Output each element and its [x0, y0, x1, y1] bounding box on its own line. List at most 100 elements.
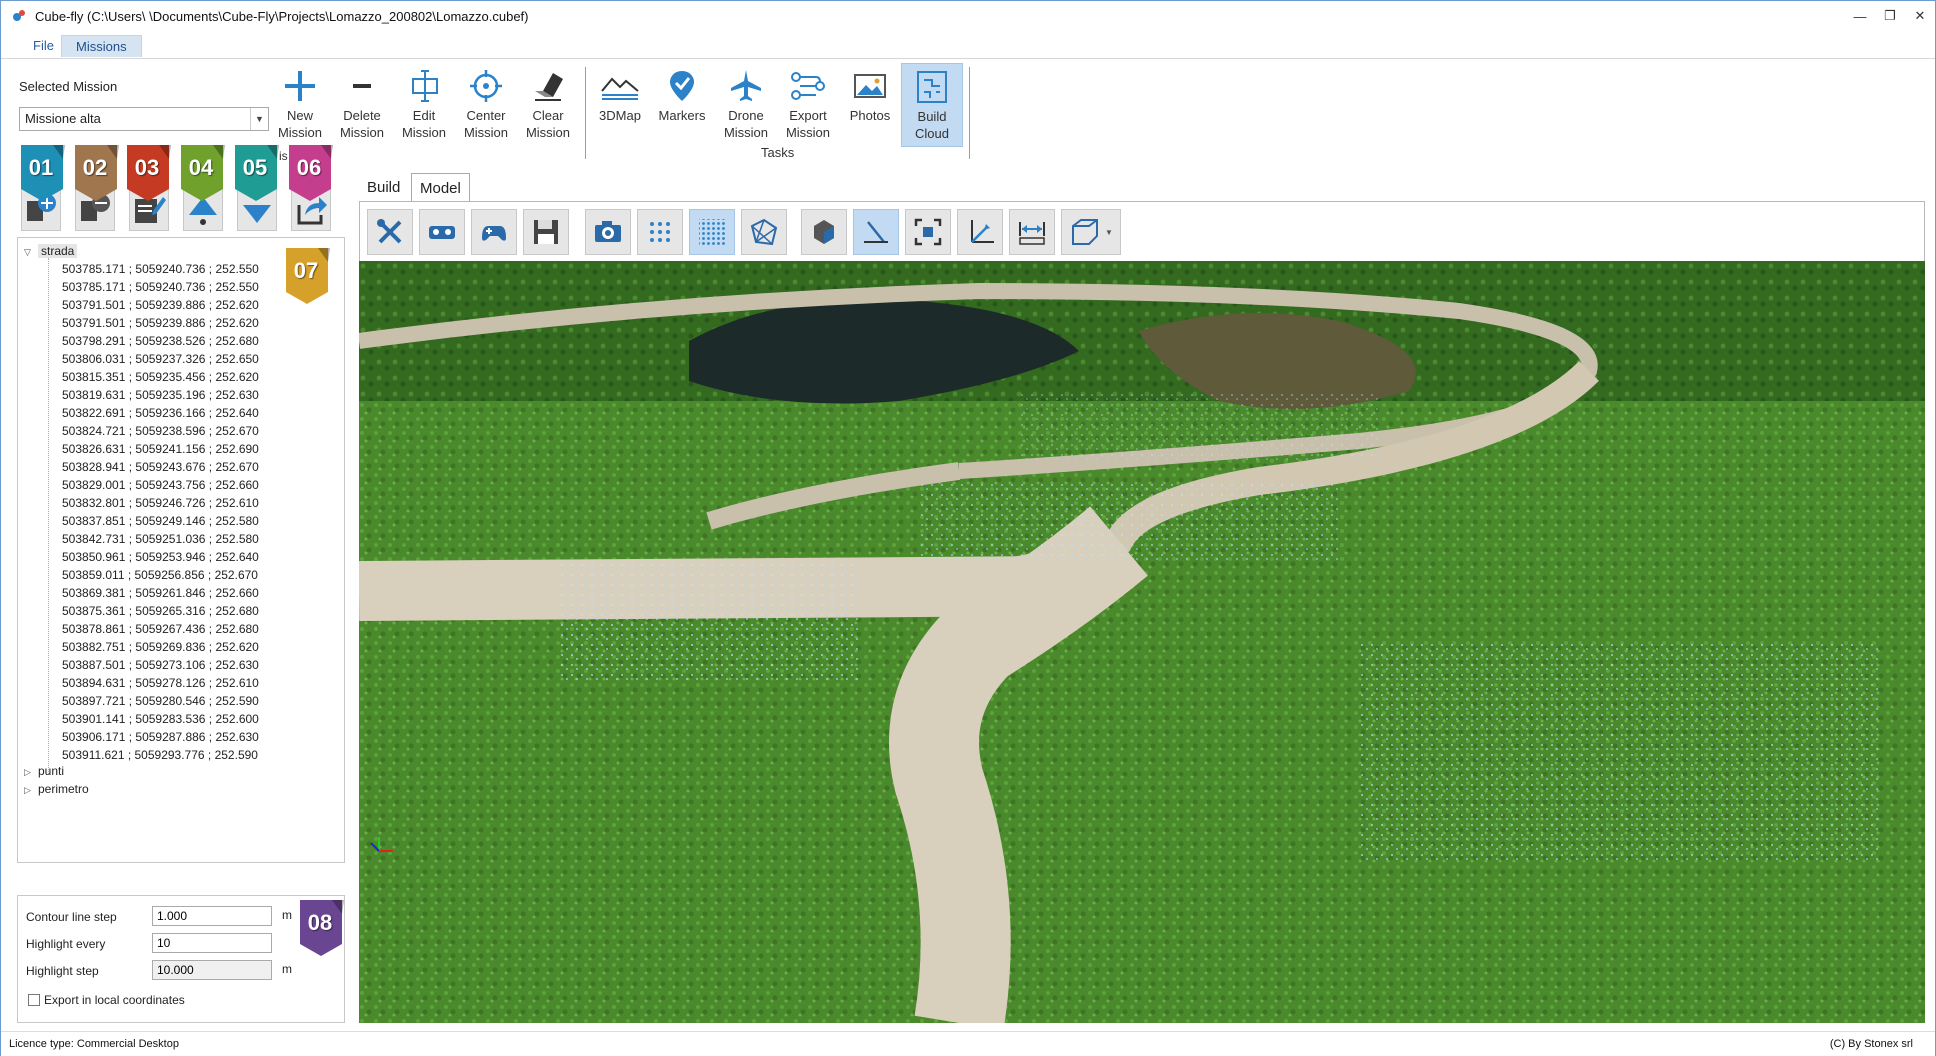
menu-missions[interactable]: Missions [61, 35, 142, 57]
tree-coordinate-item[interactable]: 503815.351 ; 5059235.456 ; 252.620 [62, 368, 259, 386]
tree-coordinate-item[interactable]: 503822.691 ; 5059236.166 ; 252.640 [62, 404, 259, 422]
terrain-icon [601, 77, 639, 100]
delete-mission-button[interactable]: Delete Mission [331, 63, 393, 147]
export-mission-button[interactable]: Export Mission [777, 63, 839, 147]
tree-coordinate-item[interactable]: 503806.031 ; 5059237.326 ; 252.650 [62, 350, 259, 368]
tree-coordinate-item[interactable]: 503850.961 ; 5059253.946 ; 252.640 [62, 548, 259, 566]
view-cube-dropdown[interactable]: ▼ [1061, 209, 1121, 255]
contour-step-input[interactable] [152, 906, 272, 926]
chevron-right-icon[interactable]: ▷ [24, 763, 38, 781]
tree-coordinate-item[interactable]: 503826.631 ; 5059241.156 ; 252.690 [62, 440, 259, 458]
chevron-right-icon[interactable]: ▷ [24, 781, 38, 799]
edit-mission-button[interactable]: Edit Mission [393, 63, 455, 147]
tree-coordinate-item[interactable]: 503832.801 ; 5059246.726 ; 252.610 [62, 494, 259, 512]
point-cloud-render [359, 261, 1925, 1023]
tree-coordinate-item[interactable]: 503897.721 ; 5059280.546 ; 252.590 [62, 692, 259, 710]
badge-08-label: 08 [307, 910, 333, 935]
tree-coordinate-item[interactable]: 503798.291 ; 5059238.526 ; 252.680 [62, 332, 259, 350]
tree-node-perimetro[interactable]: ▷ perimetro [24, 780, 89, 798]
tree-coordinate-item[interactable]: 503837.851 ; 5059249.146 ; 252.580 [62, 512, 259, 530]
3dmap-label: 3DMap [599, 108, 641, 123]
chevron-down-icon[interactable]: ▽ [24, 243, 38, 261]
tree-coordinate-item[interactable]: 503901.141 ; 5059283.536 ; 252.600 [62, 710, 259, 728]
license-text: Licence type: Commercial Desktop [9, 1038, 179, 1050]
marker-icon [670, 71, 694, 101]
ribbon-separator-end [969, 67, 970, 159]
vr-button[interactable] [419, 209, 465, 255]
tree-coordinate-item[interactable]: 503791.501 ; 5059239.886 ; 252.620 [62, 296, 259, 314]
new-mission-label-2: Mission [277, 125, 323, 140]
badge-07-label: 07 [293, 258, 319, 283]
badge-04: 04 [179, 145, 227, 203]
dense-cloud-button[interactable] [689, 209, 735, 255]
badge-07: 07 [284, 248, 332, 306]
tree-coordinate-item[interactable]: 503894.631 ; 5059278.126 ; 252.610 [62, 674, 259, 692]
screenshot-button[interactable] [585, 209, 631, 255]
tree-node-strada[interactable]: ▽ strada [24, 242, 78, 261]
chevron-down-icon[interactable]: ▼ [1105, 228, 1113, 237]
tree-coordinate-item[interactable]: 503878.861 ; 5059267.436 ; 252.680 [62, 620, 259, 638]
tree-node-punti[interactable]: ▷ punti [24, 762, 64, 780]
tree-coordinate-item[interactable]: 503859.011 ; 5059256.856 ; 252.670 [62, 566, 258, 584]
new-mission-button[interactable]: New Mission [269, 63, 331, 147]
mission-tree[interactable]: ▽ strada 503785.171 ; 5059240.736 ; 252.5… [17, 237, 345, 863]
tools-button[interactable] [367, 209, 413, 255]
tree-coordinate-item[interactable]: 503869.381 ; 5059261.846 ; 252.660 [62, 584, 259, 602]
tab-model[interactable]: Model [411, 173, 470, 201]
build-cloud-button[interactable]: Build Cloud [901, 63, 963, 147]
tree-coordinate-item[interactable]: 503824.721 ; 5059238.596 ; 252.670 [62, 422, 259, 440]
tree-coordinate-item[interactable]: 503911.621 ; 5059293.776 ; 252.590 [62, 746, 258, 764]
tree-coordinate-item[interactable]: 503875.361 ; 5059265.316 ; 252.680 [62, 602, 259, 620]
solid-button[interactable] [801, 209, 847, 255]
tree-coordinate-item[interactable]: 503828.941 ; 5059243.676 ; 252.670 [62, 458, 259, 476]
mission-select[interactable]: Missione alta ▼ [19, 107, 269, 131]
axes-button[interactable] [957, 209, 1003, 255]
close-button[interactable]: ✕ [1905, 1, 1935, 31]
distance-button[interactable] [1009, 209, 1055, 255]
gamepad-button[interactable] [471, 209, 517, 255]
badge-03-label: 03 [134, 155, 160, 180]
export-local-checkbox[interactable] [28, 994, 40, 1006]
copyright-text: (C) By Stonex srl [1829, 1038, 1913, 1050]
center-mission-button[interactable]: Center Mission [455, 63, 517, 147]
selected-mission-label: Selected Mission [19, 79, 118, 94]
minus-icon [353, 84, 371, 88]
badge-01: 01 [19, 145, 67, 203]
tree-coordinate-item[interactable]: 503906.171 ; 5059287.886 ; 252.630 [62, 728, 259, 746]
photos-button[interactable]: Photos [839, 63, 901, 147]
photos-label: Photos [849, 108, 891, 123]
markers-button[interactable]: Markers [651, 63, 713, 147]
tree-coordinate-item[interactable]: 503842.731 ; 5059251.036 ; 252.580 [62, 530, 259, 548]
ribbon-separator [585, 67, 586, 159]
3dmap-button[interactable]: 3DMap [589, 63, 651, 147]
badge-06: 06 [287, 145, 335, 203]
tree-coordinate-item[interactable]: 503829.001 ; 5059243.756 ; 252.660 [62, 476, 259, 494]
highlight-every-input[interactable] [152, 933, 272, 953]
distance-icon [1019, 222, 1045, 245]
export-route-icon [791, 72, 825, 100]
minimize-button[interactable]: — [1845, 1, 1875, 31]
model-viewport[interactable] [359, 261, 1925, 1023]
drone-mission-button[interactable]: Drone Mission [715, 63, 777, 147]
chevron-down-icon[interactable]: ▼ [250, 108, 268, 130]
delete-mission-label-2: Mission [339, 125, 385, 140]
tree-coordinate-item[interactable]: 503791.501 ; 5059239.886 ; 252.620 [62, 314, 259, 332]
save-button[interactable] [523, 209, 569, 255]
tree-coordinate-item[interactable]: 503785.171 ; 5059240.736 ; 252.550 [62, 278, 259, 296]
tree-coordinate-item[interactable]: 503887.501 ; 5059273.106 ; 252.630 [62, 656, 259, 674]
sparse-cloud-button[interactable] [637, 209, 683, 255]
tree-coordinate-item[interactable]: 503819.631 ; 5059235.196 ; 252.630 [62, 386, 259, 404]
tree-coordinate-item[interactable]: 503785.171 ; 5059240.736 ; 252.550 [62, 260, 259, 278]
restore-button[interactable]: ❐ [1875, 1, 1905, 31]
cube-view-icon [1072, 219, 1099, 245]
measure-button[interactable] [853, 209, 899, 255]
fit-view-button[interactable] [905, 209, 951, 255]
mission-select-value: Missione alta [25, 111, 101, 126]
export-mission-label-2: Mission [785, 125, 831, 140]
mesh-button[interactable] [741, 209, 787, 255]
clear-mission-button[interactable]: Clear Mission [517, 63, 579, 147]
tab-build[interactable]: Build [359, 173, 408, 201]
tasks-group-label: Tasks [761, 145, 795, 160]
tree-coordinate-item[interactable]: 503882.751 ; 5059269.836 ; 252.620 [62, 638, 259, 656]
drone-mission-label-2: Mission [723, 125, 769, 140]
